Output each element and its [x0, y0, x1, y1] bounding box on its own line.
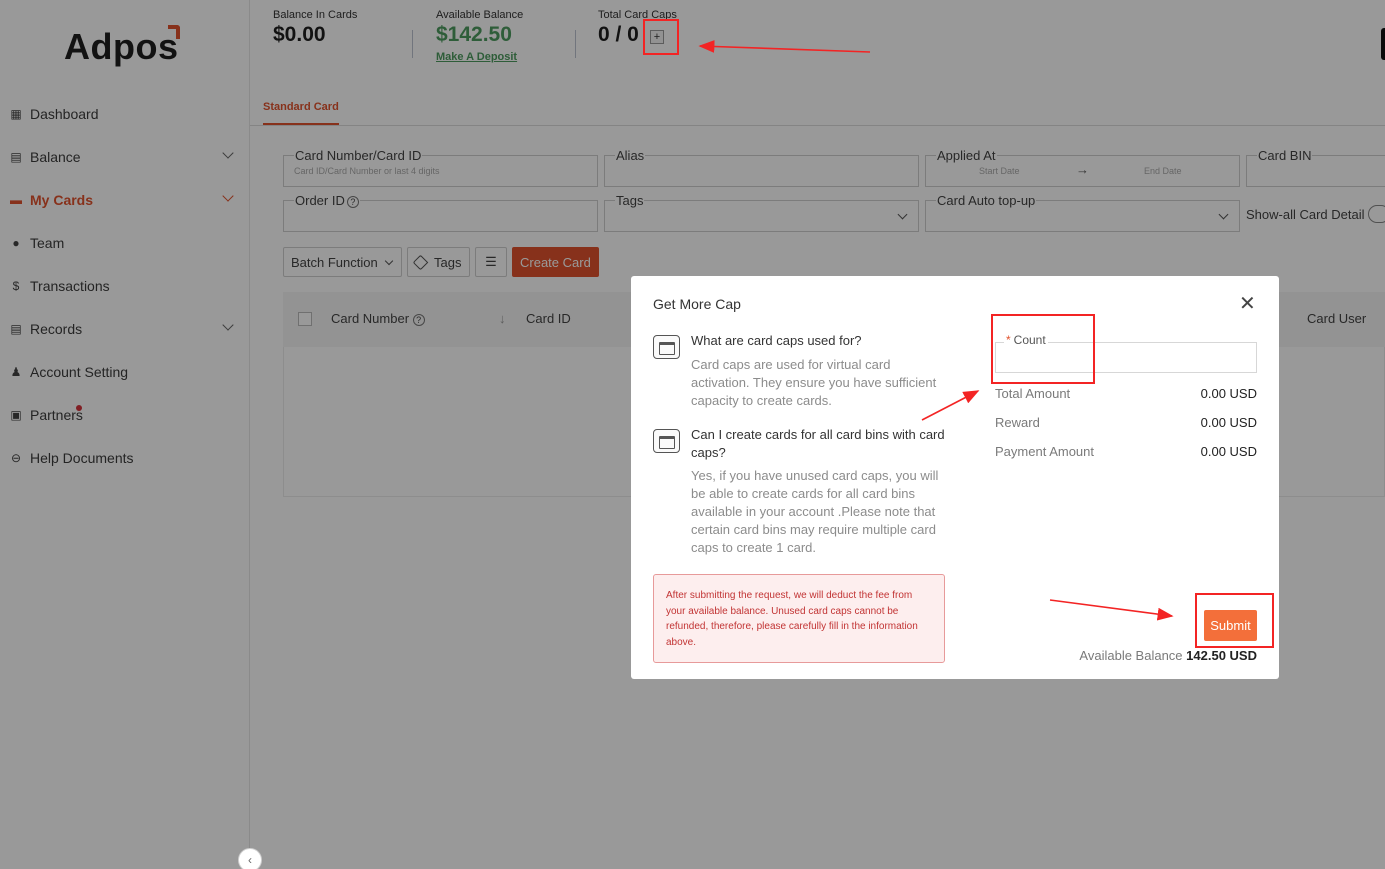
annotation-arrow-submit [1049, 599, 1174, 621]
count-label-text: Count [1013, 333, 1046, 347]
count-label: * Count [1004, 333, 1048, 347]
required-marker: * [1006, 333, 1011, 347]
sidebar-collapse-button[interactable]: ‹ [238, 848, 262, 869]
annotation-arrow-count [921, 390, 980, 421]
annotation-arrow-add-caps [698, 40, 871, 53]
annotation-arrows [698, 40, 1174, 621]
